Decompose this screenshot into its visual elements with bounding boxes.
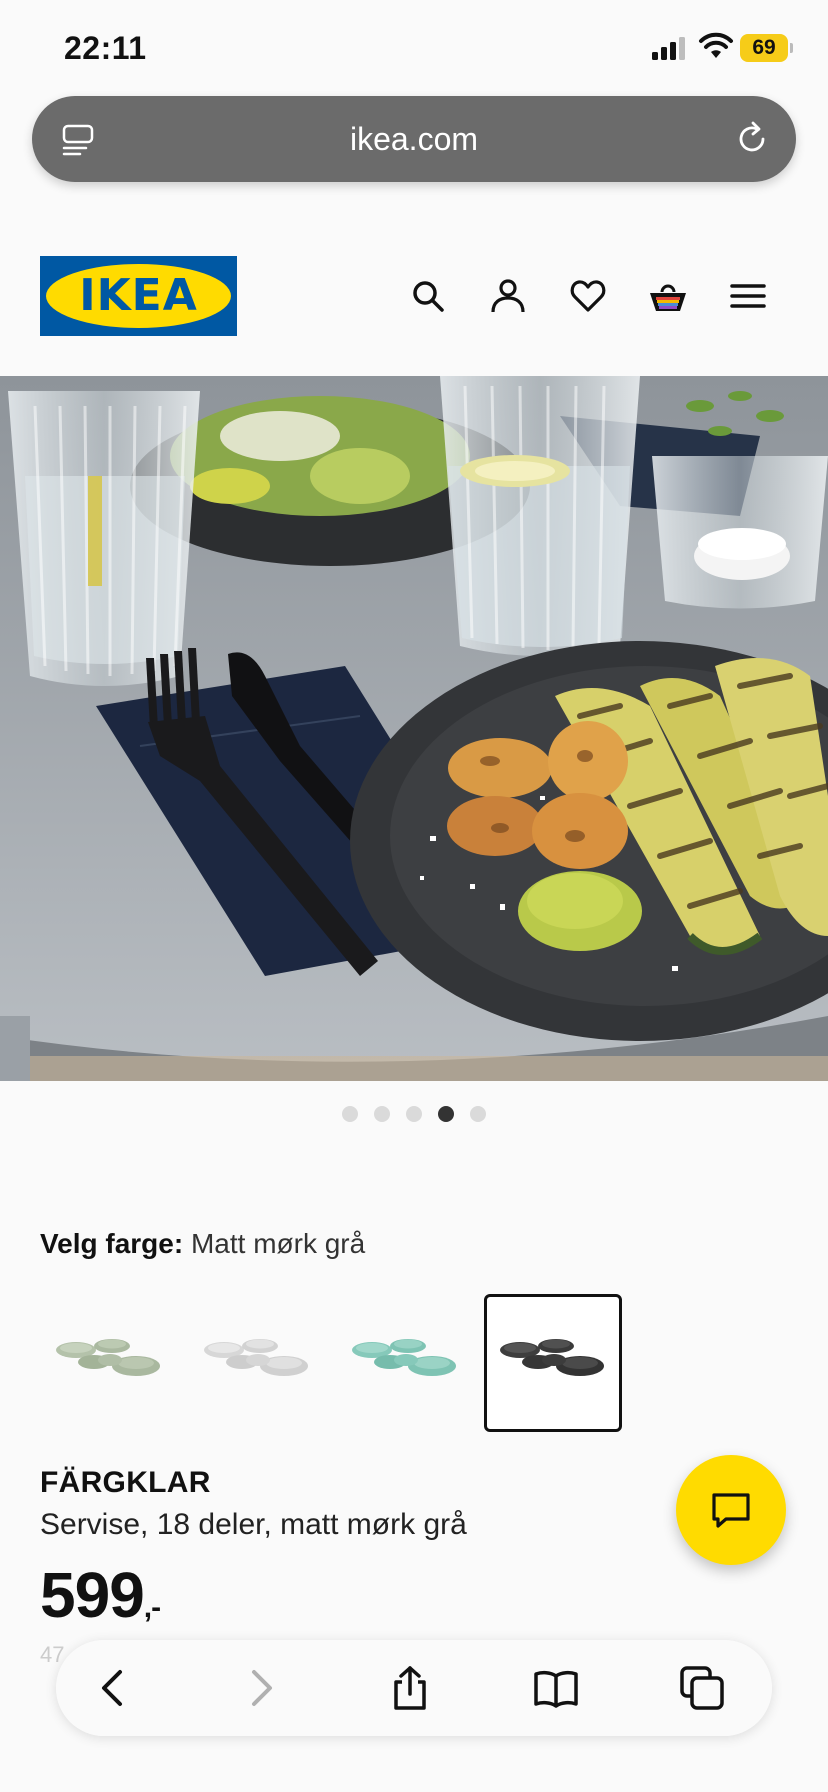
color-swatch-green[interactable]: [40, 1294, 178, 1432]
battery-level: 69: [752, 36, 776, 59]
gallery-pagination: [0, 1106, 828, 1122]
gallery-dot[interactable]: [342, 1106, 358, 1122]
dinnerware-dark-grey-thumbnail: [500, 1339, 604, 1376]
tabs-icon[interactable]: [678, 1664, 726, 1712]
product-photo: [0, 376, 828, 1081]
browser-toolbar: [56, 1640, 772, 1736]
color-selector-label: Velg farge: Matt mørk grå: [40, 1228, 365, 1260]
price-value: 599: [40, 1559, 145, 1631]
product-price: 599,-: [40, 1558, 161, 1632]
back-icon[interactable]: [90, 1664, 138, 1712]
menu-icon[interactable]: [728, 276, 768, 316]
color-swatch-light-grey[interactable]: [188, 1294, 326, 1432]
color-label-prefix: Velg farge:: [40, 1228, 184, 1259]
ikea-logo[interactable]: IKEA: [40, 256, 237, 336]
cellular-signal-icon: [652, 37, 685, 60]
reload-icon[interactable]: [732, 119, 772, 159]
share-icon[interactable]: [386, 1664, 434, 1712]
wifi-icon: [699, 32, 733, 58]
status-bar: 22:11 69: [0, 0, 828, 96]
product-name: FÄRGKLAR: [40, 1466, 211, 1499]
address-bar[interactable]: ikea.com: [32, 96, 796, 182]
gallery-dot-active[interactable]: [438, 1106, 454, 1122]
color-swatch-turquoise[interactable]: [336, 1294, 474, 1432]
search-icon[interactable]: [408, 276, 448, 316]
chat-icon: [712, 1493, 750, 1528]
dinnerware-green-thumbnail: [56, 1339, 160, 1376]
chat-button[interactable]: [676, 1455, 786, 1565]
color-selected-value: Matt mørk grå: [190, 1228, 366, 1259]
battery-indicator: 69: [740, 34, 793, 62]
gallery-dot[interactable]: [406, 1106, 422, 1122]
account-icon[interactable]: [488, 276, 528, 316]
forward-icon[interactable]: [236, 1664, 284, 1712]
dinnerware-light-grey-thumbnail: [204, 1339, 308, 1376]
faded-text: 47: [40, 1642, 65, 1667]
dinnerware-turquoise-thumbnail: [352, 1339, 456, 1376]
battery-tip: [790, 43, 793, 53]
gallery-dot[interactable]: [470, 1106, 486, 1122]
price-suffix: ,-: [143, 1591, 161, 1624]
logo-text: IKEA: [79, 270, 198, 321]
heart-icon[interactable]: [568, 276, 608, 316]
cart-icon[interactable]: [648, 276, 688, 316]
product-image[interactable]: [0, 376, 828, 1081]
url-text[interactable]: ikea.com: [32, 96, 796, 182]
status-time: 22:11: [64, 30, 147, 66]
color-swatch-dark-grey[interactable]: [484, 1294, 622, 1432]
gallery-dot[interactable]: [374, 1106, 390, 1122]
bookmarks-icon[interactable]: [532, 1664, 580, 1712]
product-description: Servise, 18 deler, matt mørk grå: [40, 1508, 467, 1541]
